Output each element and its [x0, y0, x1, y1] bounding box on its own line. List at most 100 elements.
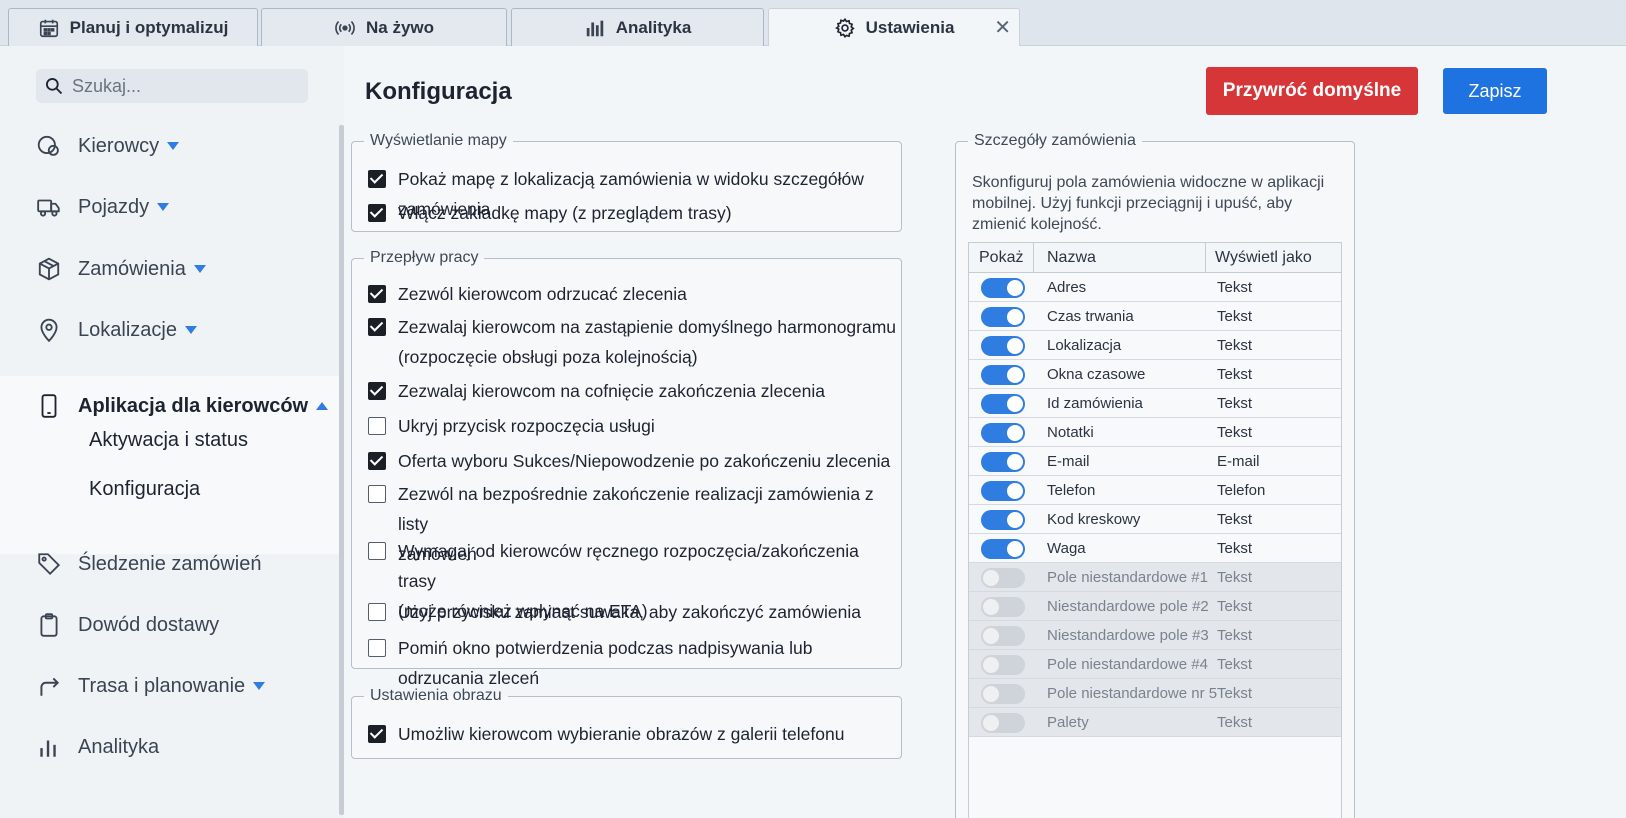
tab-settings[interactable]: Ustawienia ✕ [768, 8, 1020, 47]
checkbox[interactable] [368, 318, 386, 336]
sidebar-item-drivers[interactable]: Kierowcy [0, 126, 342, 166]
show-toggle[interactable] [981, 278, 1025, 298]
option-label-continued: (rozpoczęcie obsługi poza kolejnością) [398, 347, 698, 367]
tab-analytics[interactable]: Analityka [511, 8, 764, 46]
field-name: E-mail [1047, 453, 1090, 470]
table-row[interactable]: Id zamówienia Tekst [969, 389, 1341, 418]
sidebar-item-locations[interactable]: Lokalizacje [0, 310, 342, 350]
table-row[interactable]: Kod kreskowy Tekst [969, 505, 1341, 534]
section-legend: Ustawienia obrazu [370, 687, 502, 704]
table-row[interactable]: Telefon Telefon [969, 476, 1341, 505]
field-display-as: Tekst [1217, 540, 1253, 557]
steering-wheel-icon [37, 135, 59, 156]
tab-label: Ustawienia [865, 18, 955, 37]
show-toggle[interactable] [981, 510, 1025, 530]
sidebar-item-order-tracking[interactable]: Śledzenie zamówień [0, 544, 342, 584]
sidebar-item-label: Kierowcy [78, 134, 160, 157]
show-toggle[interactable] [981, 307, 1025, 327]
sidebar-item-driver-app[interactable]: Aplikacja dla kierowców [0, 386, 342, 426]
show-toggle[interactable] [981, 452, 1025, 472]
show-toggle[interactable] [981, 568, 1025, 588]
table-row[interactable]: Notatki Tekst [969, 418, 1341, 447]
tab-plan-optimize[interactable]: Planuj i optymalizuj [8, 8, 258, 46]
table-row[interactable]: Palety Tekst [969, 708, 1341, 737]
truck-icon [37, 199, 60, 217]
search-box[interactable] [36, 69, 308, 103]
table-row[interactable]: Adres Tekst [969, 273, 1341, 302]
page-title: Konfiguracja [365, 78, 512, 105]
table-row[interactable]: Pole niestandardowe #1 Tekst [969, 563, 1341, 592]
field-name: Okna czasowe [1047, 366, 1146, 383]
show-toggle[interactable] [981, 481, 1025, 501]
sidebar-subitem-activation[interactable]: Aktywacja i status [89, 429, 248, 452]
option-label: Ukryj przycisk rozpoczęcia usługi [398, 416, 655, 436]
section-description: Skonfiguruj pola zamówienia widoczne w a… [972, 174, 1325, 233]
show-toggle[interactable] [981, 539, 1025, 559]
field-name: Kod kreskowy [1047, 511, 1141, 528]
table-row[interactable]: Pole niestandardowe nr 5 Tekst [969, 679, 1341, 708]
option-label: Zezwól kierowcom odrzucać zlecenia [398, 284, 687, 304]
option-reject-orders[interactable]: Zezwól kierowcom odrzucać zlecenia [368, 279, 687, 309]
option-override-schedule[interactable]: Zezwalaj kierowcom na zastąpienie domyśl… [368, 312, 896, 372]
reset-defaults-button[interactable]: Przywróć domyślne [1206, 67, 1418, 115]
sidebar-subitem-configuration[interactable]: Konfiguracja [89, 478, 200, 501]
checkbox[interactable] [368, 204, 386, 222]
sidebar-item-orders[interactable]: Zamówienia [0, 249, 342, 289]
table-row[interactable]: Niestandardowe pole #2 Tekst [969, 592, 1341, 621]
option-gallery-images[interactable]: Umożliw kierowcom wybieranie obrazów z g… [368, 719, 844, 749]
sidebar-item-route-planning[interactable]: Trasa i planowanie [0, 666, 342, 706]
show-toggle[interactable] [981, 655, 1025, 675]
checkbox[interactable] [368, 725, 386, 743]
option-label: Zezwalaj kierowcom na cofnięcie zakończe… [398, 381, 826, 401]
show-toggle[interactable] [981, 713, 1025, 733]
table-row[interactable]: Lokalizacja Tekst [969, 331, 1341, 360]
show-toggle[interactable] [981, 626, 1025, 646]
show-toggle[interactable] [981, 394, 1025, 414]
field-name: Czas trwania [1047, 308, 1134, 325]
sidebar-item-label: Aplikacja dla kierowców [78, 394, 309, 417]
sidebar-item-vehicles[interactable]: Pojazdy [0, 187, 342, 227]
field-name: Palety [1047, 714, 1089, 731]
checkbox[interactable] [368, 639, 386, 657]
sidebar-item-analytics[interactable]: Analityka [0, 727, 342, 767]
tab-live[interactable]: Na żywo [261, 8, 507, 46]
checkbox[interactable] [368, 485, 386, 503]
option-undo-completion[interactable]: Zezwalaj kierowcom na cofnięcie zakończe… [368, 376, 825, 406]
search-input[interactable] [72, 75, 292, 97]
checkbox[interactable] [368, 382, 386, 400]
table-row[interactable]: Pole niestandardowe #4 Tekst [969, 650, 1341, 679]
option-hide-start-button[interactable]: Ukryj przycisk rozpoczęcia usługi [368, 411, 655, 441]
save-button[interactable]: Zapisz [1443, 68, 1547, 114]
option-skip-confirmation[interactable]: Pomiń okno potwierdzenia podczas nadpisy… [368, 633, 901, 693]
show-toggle[interactable] [981, 684, 1025, 704]
option-success-failure[interactable]: Oferta wyboru Sukces/Niepowodzenie po za… [368, 446, 890, 476]
table-row[interactable]: Niestandardowe pole #3 Tekst [969, 621, 1341, 650]
sidebar-item-proof-of-delivery[interactable]: Dowód dostawy [0, 605, 342, 645]
checkbox[interactable] [368, 603, 386, 621]
top-tab-bar: Planuj i optymalizuj Na żywo Analityka U… [0, 0, 1626, 47]
field-display-as: Tekst [1217, 714, 1253, 731]
checkbox[interactable] [368, 417, 386, 435]
table-row[interactable]: Okna czasowe Tekst [969, 360, 1341, 389]
close-icon[interactable]: ✕ [994, 18, 1011, 38]
order-details-section: Szczegóły zamówienia Skonfiguruj pola za… [955, 132, 1355, 818]
field-name: Pole niestandardowe #1 [1047, 569, 1208, 586]
option-map-tab[interactable]: Włącz zakładkę mapy (z przeglądem trasy) [368, 198, 732, 228]
tab-label: Analityka [615, 17, 692, 37]
show-toggle[interactable] [981, 597, 1025, 617]
checkbox[interactable] [368, 170, 386, 188]
table-row[interactable]: E-mail E-mail [969, 447, 1341, 476]
show-toggle[interactable] [981, 336, 1025, 356]
show-toggle[interactable] [981, 365, 1025, 385]
show-toggle[interactable] [981, 423, 1025, 443]
smartphone-icon [41, 394, 57, 418]
option-button-instead-slider[interactable]: Użyj przycisku zamiast suwaka, aby zakoń… [368, 597, 861, 627]
checkbox[interactable] [368, 285, 386, 303]
sidebar-item-label: Lokalizacje [78, 318, 177, 341]
table-row[interactable]: Czas trwania Tekst [969, 302, 1341, 331]
checkbox[interactable] [368, 452, 386, 470]
table-header: Pokaż Nazwa Wyświetl jako [969, 243, 1341, 273]
field-display-as: Tekst [1217, 685, 1253, 702]
checkbox[interactable] [368, 542, 386, 560]
table-row[interactable]: Waga Tekst [969, 534, 1341, 563]
